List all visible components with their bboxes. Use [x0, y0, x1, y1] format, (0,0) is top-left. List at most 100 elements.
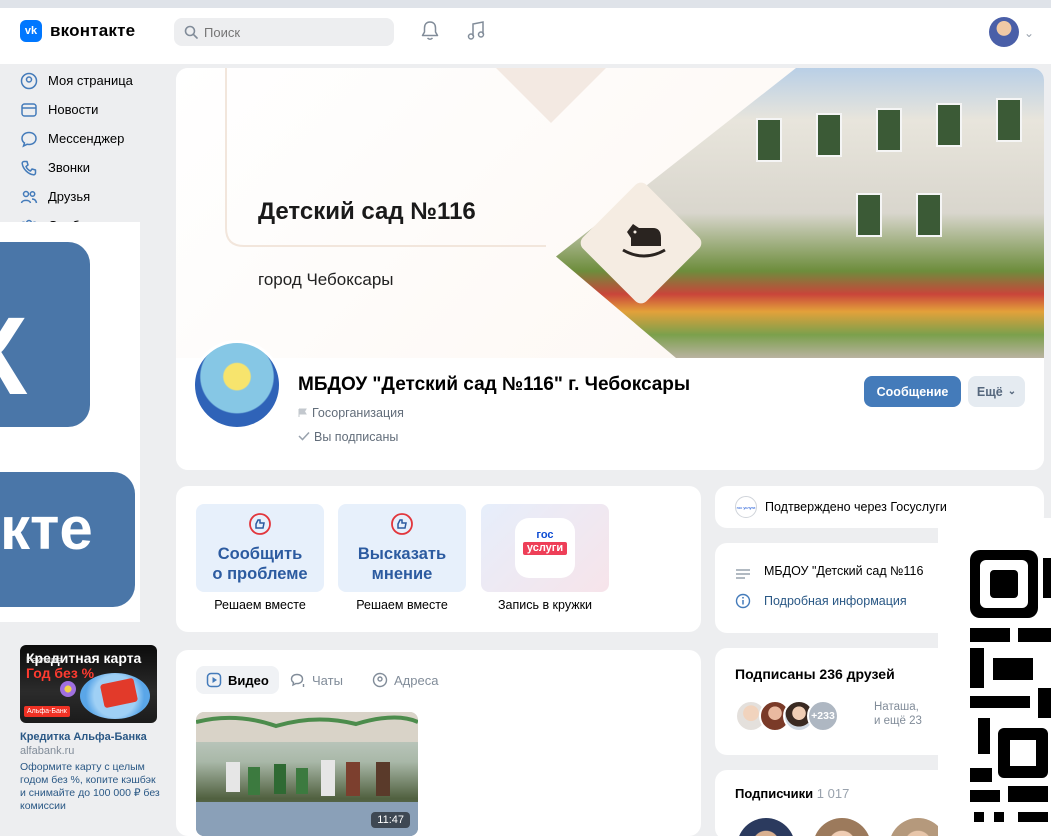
gosuslugi-logo: гос услуги: [515, 518, 575, 578]
video-thumbnail[interactable]: 11:47: [196, 712, 418, 836]
ad-description[interactable]: Оформите карту с целым годом без %, копи…: [20, 761, 160, 813]
sidebar-item-my-page[interactable]: Моя страница: [20, 66, 170, 95]
friends-title[interactable]: Подписаны 236 друзей: [735, 666, 895, 682]
friends-names: Наташа, и ещё 23: [874, 700, 922, 728]
group-avatar[interactable]: [192, 340, 282, 430]
vk-tile-wordmark: кте: [0, 472, 135, 607]
group-name: МБДОУ "Детский сад №116" г. Чебоксары: [298, 374, 691, 395]
building-window: [756, 118, 782, 162]
subscriber-avatar[interactable]: [737, 818, 795, 836]
group-profile-row: МБДОУ "Детский сад №116" г. Чебоксары Го…: [176, 340, 1044, 470]
location-pin-icon: [372, 672, 388, 688]
ad-block[interactable]: Кредитная карта Год без % Реклама Альфа-Б…: [20, 645, 160, 813]
tab-chats[interactable]: Чаты: [280, 666, 353, 694]
vk-logo-overlay-image: К кте: [0, 222, 140, 622]
bell-icon[interactable]: [420, 20, 440, 42]
vk-logo[interactable]: vk вконтакте: [20, 20, 135, 42]
message-button[interactable]: Сообщение: [864, 376, 961, 407]
qr-module: [994, 812, 1004, 822]
gosuslugi-badge-icon: гос услуги: [735, 496, 757, 518]
more-button-label: Ещё: [976, 384, 1003, 399]
qr-module: [970, 790, 1000, 802]
qr-module: [1043, 558, 1051, 598]
check-icon: [298, 431, 310, 441]
building-window: [996, 98, 1022, 142]
sidebar-item-label: Звонки: [48, 160, 90, 175]
media-card: Видео Чаты Адреса 11:47: [176, 650, 701, 836]
service-title-line: Высказать: [357, 545, 447, 563]
search-box[interactable]: [174, 18, 394, 46]
info-icon: [735, 593, 751, 609]
chat-icon: [290, 673, 305, 687]
give-opinion-caption: Решаем вместе: [356, 598, 448, 612]
video-duration: 11:47: [371, 812, 410, 828]
user-avatar[interactable]: [989, 17, 1019, 47]
building-window: [936, 103, 962, 147]
qr-module: [978, 718, 990, 754]
ad-image[interactable]: Кредитная карта Год без % Реклама Альфа-Б…: [20, 645, 157, 723]
give-opinion-title: Высказать мнение: [338, 544, 466, 584]
qr-module: [970, 648, 984, 688]
sidebar-item-label: Моя страница: [48, 73, 133, 88]
report-problem-title: Сообщить о проблеме: [196, 544, 324, 584]
more-info-link[interactable]: Подробная информация: [764, 594, 907, 608]
friends-names-line: и ещё 23: [874, 715, 922, 727]
ad-name[interactable]: Кредитка Альфа-Банка: [20, 731, 160, 743]
top-bar: vk вконтакте ⌄: [0, 0, 1051, 64]
subscribers-title-label: Подписчики: [735, 786, 814, 801]
music-icon[interactable]: [466, 20, 486, 42]
ad-label: Реклама: [26, 655, 63, 665]
flag-icon: [298, 408, 307, 417]
report-problem-tile[interactable]: Сообщить о проблеме: [196, 504, 324, 592]
subscriber-avatar[interactable]: [813, 818, 871, 836]
ad-bank-badge: Альфа-Банк: [24, 706, 70, 717]
thumbs-up-icon: [391, 513, 413, 535]
cover-subtitle: город Чебоксары: [258, 270, 394, 289]
ad-image-title-line: Год без %: [26, 665, 95, 681]
gosuslugi-logo-line2: услуги: [523, 542, 567, 555]
tab-label: Чаты: [312, 672, 343, 688]
building-window: [856, 193, 882, 237]
play-icon: [206, 672, 222, 688]
tab-label: Видео: [228, 672, 269, 688]
group-type-label: Госорганизация: [312, 406, 404, 420]
sidebar-item-friends[interactable]: Друзья: [20, 182, 170, 211]
friends-names-line: Наташа,: [874, 701, 919, 713]
building-window: [916, 193, 942, 237]
qr-module-inner: [1010, 740, 1036, 766]
qr-module: [970, 768, 992, 782]
qr-module: [970, 696, 1030, 708]
search-input[interactable]: [204, 24, 374, 40]
subscribers-title[interactable]: Подписчики 1 017: [735, 786, 849, 801]
ad-flower: [60, 681, 76, 697]
sidebar-item-news[interactable]: Новости: [20, 95, 170, 124]
phone-icon: [21, 160, 37, 176]
group-type: Госорганизация: [298, 406, 404, 420]
ad-domain[interactable]: alfabank.ru: [20, 745, 160, 757]
report-problem-caption: Решаем вместе: [214, 598, 306, 612]
gosuslugi-caption: Запись в кружки: [497, 598, 593, 612]
group-cover-card: Детский сад №116 город Чебоксары МБДОУ "…: [176, 68, 1044, 470]
sidebar-item-messenger[interactable]: Мессенджер: [20, 124, 170, 153]
building-window: [876, 108, 902, 152]
vk-tile-word: кте: [0, 495, 93, 562]
friends-more-count[interactable]: +233: [807, 700, 839, 732]
group-description: МБДОУ "Детский сад №116: [764, 564, 924, 578]
vk-logo-mark: vk: [20, 20, 42, 42]
tab-videos[interactable]: Видео: [196, 666, 279, 694]
subscription-status[interactable]: Вы подписаны: [298, 430, 398, 444]
tab-addresses[interactable]: Адреса: [362, 666, 448, 694]
friends-more-count-label: +233: [811, 710, 835, 722]
tab-label: Адреса: [394, 672, 439, 688]
newspaper-icon: [21, 102, 37, 117]
qr-module: [993, 658, 1033, 680]
gosuslugi-tile[interactable]: гос услуги: [481, 504, 609, 592]
services-card: Сообщить о проблеме Решаем вместе Высказа…: [176, 486, 701, 632]
qr-code-overlay: [938, 518, 1051, 836]
give-opinion-tile[interactable]: Высказать мнение: [338, 504, 466, 592]
subscribers-count: 1 017: [816, 786, 850, 801]
more-button[interactable]: Ещё ⌄: [968, 376, 1025, 407]
service-title-line: Сообщить: [217, 545, 303, 563]
chevron-down-icon[interactable]: ⌄: [1024, 26, 1034, 40]
sidebar-item-calls[interactable]: Звонки: [20, 153, 170, 182]
